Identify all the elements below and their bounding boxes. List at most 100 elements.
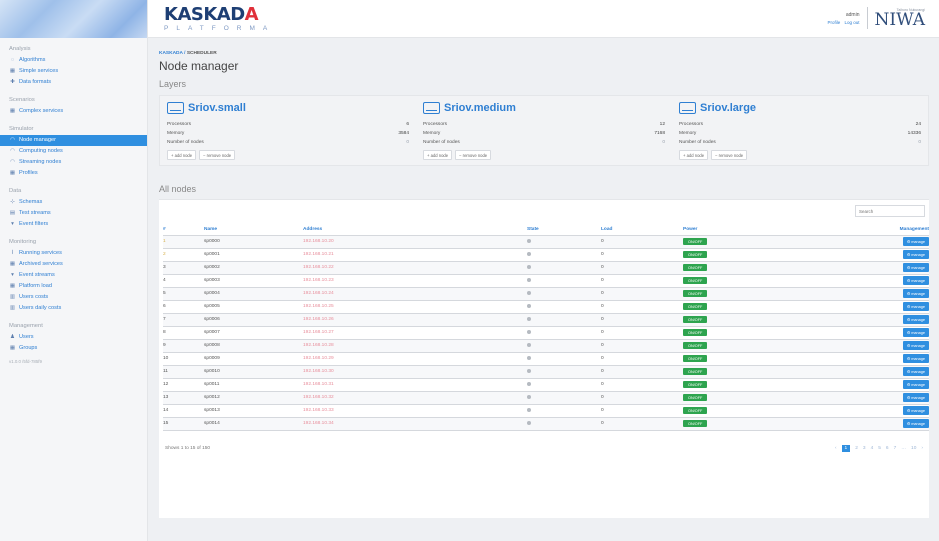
sidebar-item-complex-services[interactable]: ▦ Complex services — [9, 106, 138, 117]
col-load[interactable]: Load — [601, 225, 683, 236]
pager-next[interactable]: › — [921, 446, 923, 451]
niwa-logo: Taihoro Nukurangi NIWA — [875, 8, 926, 29]
sidebar-item-archived-services[interactable]: ▦ Archived services — [9, 259, 138, 270]
pager-page[interactable]: 7 — [894, 446, 897, 451]
grid-icon: ▦ — [9, 170, 16, 176]
sidebar-item-label: Users — [19, 334, 34, 340]
pager-page[interactable]: 4 — [871, 446, 874, 451]
node-name: sp0010 — [204, 365, 303, 379]
col-index[interactable]: # — [163, 225, 204, 236]
col-power[interactable]: Power — [683, 225, 877, 236]
sidebar-item-node-manager[interactable]: ◠ Node manager — [0, 135, 147, 146]
node-power: ON/OFF — [683, 365, 877, 379]
remove-node-button[interactable]: − remove node — [199, 150, 236, 160]
add-node-button[interactable]: + add node — [167, 150, 197, 160]
sidebar-item-profiles[interactable]: ▦ Profiles — [9, 168, 138, 179]
power-toggle-button[interactable]: ON/OFF — [683, 329, 708, 336]
manage-button[interactable]: ⚙ manage — [902, 302, 929, 311]
manage-button[interactable]: ⚙ manage — [902, 263, 929, 272]
manage-button[interactable]: ⚙ manage — [902, 393, 929, 402]
add-node-button[interactable]: + add node — [679, 150, 709, 160]
power-toggle-button[interactable]: ON/OFF — [683, 342, 708, 349]
col-management[interactable]: Management — [877, 225, 929, 236]
pager-page[interactable]: 3 — [863, 446, 866, 451]
profile-link[interactable]: Profile — [827, 20, 840, 25]
sidebar-item-event-filters[interactable]: ▾ Event filters — [9, 219, 138, 230]
power-toggle-button[interactable]: ON/OFF — [683, 368, 708, 375]
power-toggle-button[interactable]: ON/OFF — [683, 264, 708, 271]
col-name[interactable]: Name — [204, 225, 303, 236]
pager-page[interactable]: 5 — [878, 446, 881, 451]
manage-button[interactable]: ⚙ manage — [902, 315, 929, 324]
manage-button[interactable]: ⚙ manage — [902, 250, 929, 259]
sidebar: Analysis ◌ Algorithms ▦ Simple services ✚ Data… — [0, 0, 148, 541]
power-toggle-button[interactable]: ON/OFF — [683, 420, 708, 427]
node-address: 192.168.10.29 — [303, 352, 527, 366]
manage-button[interactable]: ⚙ manage — [902, 367, 929, 376]
power-toggle-button[interactable]: ON/OFF — [683, 277, 708, 284]
manage-button[interactable]: ⚙ manage — [902, 341, 929, 350]
node-power: ON/OFF — [683, 352, 877, 366]
remove-node-button[interactable]: − remove node — [455, 150, 492, 160]
col-address[interactable]: Address — [303, 225, 527, 236]
breadcrumb-root[interactable]: KASKADA — [159, 51, 183, 56]
sidebar-item-data-formats[interactable]: ✚ Data formats — [9, 77, 138, 88]
sidebar-item-computing-nodes[interactable]: ◠ Computing nodes — [9, 146, 138, 157]
manage-button[interactable]: ⚙ manage — [902, 328, 929, 337]
manage-button[interactable]: ⚙ manage — [902, 406, 929, 415]
server-icon — [679, 102, 696, 114]
sidebar-item-algorithms[interactable]: ◌ Algorithms — [9, 55, 138, 66]
brand-banner — [0, 0, 147, 38]
power-toggle-button[interactable]: ON/OFF — [683, 394, 708, 401]
manage-button[interactable]: ⚙ manage — [902, 419, 929, 428]
power-toggle-button[interactable]: ON/OFF — [683, 355, 708, 362]
pager-page-last[interactable]: 10 — [911, 446, 916, 451]
power-toggle-button[interactable]: ON/OFF — [683, 407, 708, 414]
pager-page[interactable]: 2 — [855, 446, 858, 451]
node-load: 0 — [601, 417, 683, 431]
sidebar-item-users-costs[interactable]: ▥ Users costs — [9, 292, 138, 303]
power-toggle-button[interactable]: ON/OFF — [683, 251, 708, 258]
sidebar-item-users[interactable]: ♟ Users — [9, 332, 138, 343]
sidebar-item-simple-services[interactable]: ▦ Simple services — [9, 66, 138, 77]
power-toggle-button[interactable]: ON/OFF — [683, 381, 708, 388]
logo-word: KASKAD — [164, 4, 245, 25]
col-state[interactable]: State — [527, 225, 601, 236]
remove-node-button[interactable]: − remove node — [711, 150, 748, 160]
kaskada-logo[interactable]: KASKADA PLATFORMA — [164, 4, 275, 33]
pager-prev[interactable]: ‹ — [835, 446, 837, 451]
node-power: ON/OFF — [683, 287, 877, 301]
add-node-button[interactable]: + add node — [423, 150, 453, 160]
search-input[interactable] — [855, 205, 925, 217]
power-toggle-button[interactable]: ON/OFF — [683, 238, 708, 245]
table-row: 3 sp0002 192.168.10.22 0 ON/OFF ⚙ manage — [163, 261, 929, 275]
sidebar-item-schemas[interactable]: ⊹ Schemas — [9, 197, 138, 208]
sidebar-item-running-services[interactable]: ⌇ Running services — [9, 248, 138, 259]
all-nodes-title: All nodes — [159, 184, 929, 200]
manage-button[interactable]: ⚙ manage — [902, 237, 929, 246]
logout-link[interactable]: Log out — [844, 20, 859, 25]
grid-icon: ▦ — [9, 108, 16, 114]
group-icon: ▦ — [9, 345, 16, 351]
sidebar-item-streaming-nodes[interactable]: ◠ Streaming nodes — [9, 157, 138, 168]
sidebar-item-test-streams[interactable]: ▤ Test streams — [9, 208, 138, 219]
sidebar-item-users-daily-costs[interactable]: ▥ Users daily costs — [9, 303, 138, 314]
sidebar-item-platform-load[interactable]: ▦ Platform load — [9, 281, 138, 292]
manage-button[interactable]: ⚙ manage — [902, 276, 929, 285]
pager-page[interactable]: 1 — [841, 444, 851, 452]
table-row: 8 sp0007 192.168.10.27 0 ON/OFF ⚙ manage — [163, 326, 929, 340]
node-management: ⚙ manage — [877, 339, 929, 353]
node-load: 0 — [601, 378, 683, 392]
power-toggle-button[interactable]: ON/OFF — [683, 290, 708, 297]
power-toggle-button[interactable]: ON/OFF — [683, 316, 708, 323]
node-management: ⚙ manage — [877, 326, 929, 340]
sidebar-item-event-streams[interactable]: ▾ Event streams — [9, 270, 138, 281]
stat-value: 0 — [406, 140, 409, 145]
manage-button[interactable]: ⚙ manage — [902, 380, 929, 389]
power-toggle-button[interactable]: ON/OFF — [683, 303, 708, 310]
pager-page[interactable]: 6 — [886, 446, 889, 451]
sidebar-item-groups[interactable]: ▦ Groups — [9, 343, 138, 354]
manage-button[interactable]: ⚙ manage — [902, 289, 929, 298]
manage-button[interactable]: ⚙ manage — [902, 354, 929, 363]
node-load: 0 — [601, 261, 683, 275]
